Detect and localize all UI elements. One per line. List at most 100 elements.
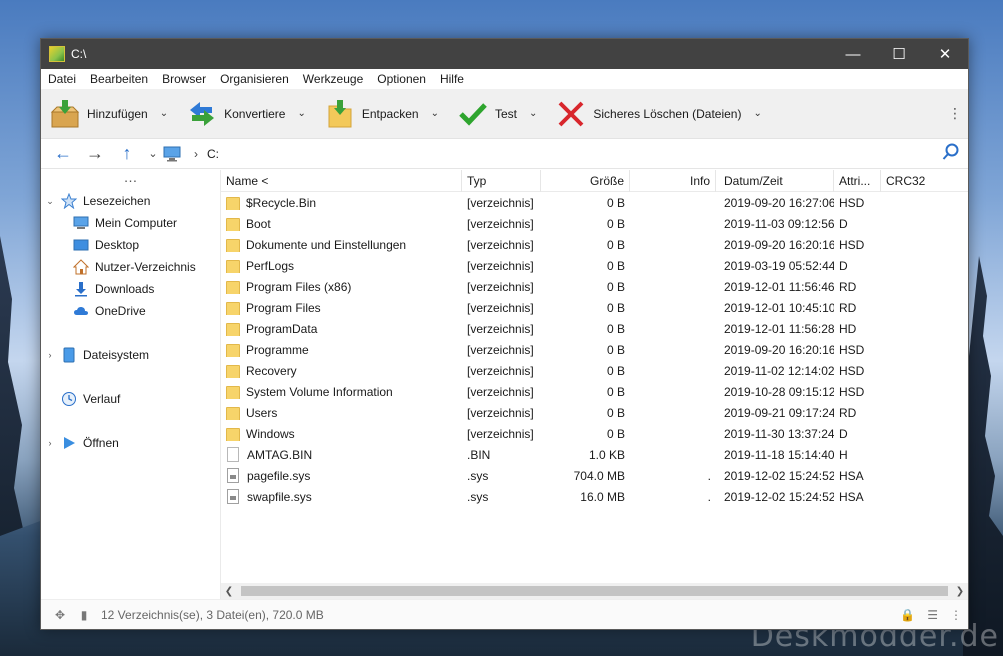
file-name-cell: pagefile.sys xyxy=(221,468,462,483)
column-name[interactable]: Name < xyxy=(221,170,462,192)
file-type: [verzeichnis] xyxy=(467,258,534,273)
column-size[interactable]: Größe xyxy=(541,170,630,192)
sidebar-item-desktop[interactable]: Desktop xyxy=(41,234,220,256)
menu-datei[interactable]: Datei xyxy=(48,72,76,86)
file-row[interactable]: Program Files (x86) [verzeichnis] 0 B 2019-… xyxy=(221,276,968,297)
file-row[interactable]: pagefile.sys .sys 704.0 MB. 2019-12-02 15:2… xyxy=(221,465,968,486)
file-type: [verzeichnis] xyxy=(467,363,534,378)
expand-chevron-icon[interactable]: › xyxy=(43,350,57,360)
sidebar-more-icon[interactable]: … xyxy=(41,170,220,190)
column-date[interactable]: Datum/Zeit xyxy=(716,170,834,192)
sidebar-item-user-folder[interactable]: Nutzer-Verzeichnis xyxy=(41,256,220,278)
file-size: 0 B xyxy=(606,258,625,273)
column-info[interactable]: Info xyxy=(630,170,716,192)
close-button[interactable]: ✕ xyxy=(922,39,968,69)
menu-organisieren[interactable]: Organisieren xyxy=(220,72,289,86)
move-arrows-icon[interactable]: ✥ xyxy=(51,608,69,622)
column-type[interactable]: Typ xyxy=(462,170,541,192)
horizontal-scrollbar[interactable]: ❮ ❯ xyxy=(221,583,968,599)
cloud-icon xyxy=(73,303,89,319)
test-button[interactable]: Test xyxy=(457,94,517,134)
file-size: 0 B xyxy=(606,216,625,231)
up-arrow-icon[interactable]: ↑ xyxy=(111,143,143,164)
extract-button[interactable]: Entpacken xyxy=(324,94,419,134)
computer-icon[interactable] xyxy=(163,146,185,162)
sidebar-item-downloads[interactable]: Downloads xyxy=(41,278,220,300)
file-size: 704.0 MB xyxy=(573,468,625,483)
file-row[interactable]: System Volume Information [verzeichnis] 0 … xyxy=(221,381,968,402)
convert-dropdown-icon[interactable]: ⌄ xyxy=(297,108,305,119)
file-row[interactable]: Programme [verzeichnis] 0 B 2019-09-20 16:2… xyxy=(221,339,968,360)
file-row[interactable]: Windows [verzeichnis] 0 B 2019-11-30 13:37:… xyxy=(221,423,968,444)
maximize-button[interactable]: ☐ xyxy=(876,39,922,69)
file-row[interactable]: Users [verzeichnis] 0 B 2019-09-21 09:17:24… xyxy=(221,402,968,423)
extract-dropdown-icon[interactable]: ⌄ xyxy=(431,108,439,119)
file-name: PerfLogs xyxy=(246,258,295,273)
menu-bar: Datei Bearbeiten Browser Organisieren We… xyxy=(41,69,968,89)
menu-browser[interactable]: Browser xyxy=(162,72,206,86)
menu-bearbeiten[interactable]: Bearbeiten xyxy=(90,72,148,86)
add-dropdown-icon[interactable]: ⌄ xyxy=(160,108,168,119)
expand-chevron-icon[interactable]: › xyxy=(43,438,57,448)
file-row[interactable]: Recovery [verzeichnis] 0 B 2019-11-02 12:14… xyxy=(221,360,968,381)
file-row[interactable]: PerfLogs [verzeichnis] 0 B 2019-03-19 05:52… xyxy=(221,255,968,276)
file-row[interactable]: AMTAG.BIN .BIN 1.0 KB 2019-11-18 15:14:40 H xyxy=(221,444,968,465)
test-dropdown-icon[interactable]: ⌄ xyxy=(529,108,537,119)
scroll-left-icon[interactable]: ❮ xyxy=(221,586,237,597)
status-more-icon[interactable]: ⋮ xyxy=(950,608,962,622)
breadcrumb-path[interactable]: C: xyxy=(207,147,219,161)
test-label: Test xyxy=(494,106,517,121)
column-attributes[interactable]: Attri... xyxy=(834,170,881,192)
sidebar-filesystem[interactable]: › Dateisystem xyxy=(41,344,220,366)
title-bar[interactable]: C:\ — ☐ ✕ xyxy=(41,39,968,69)
file-name-cell: Programme xyxy=(221,343,462,357)
file-size: 0 B xyxy=(606,195,625,210)
column-crc32[interactable]: CRC32 xyxy=(881,170,941,192)
scroll-right-icon[interactable]: ❯ xyxy=(952,586,968,597)
file-attributes: D xyxy=(839,426,848,441)
menu-hilfe[interactable]: Hilfe xyxy=(440,72,464,86)
collapse-chevron-icon[interactable]: ⌄ xyxy=(43,196,57,207)
sidebar-item-onedrive[interactable]: OneDrive xyxy=(41,300,220,322)
home-icon xyxy=(73,259,89,275)
sidebar-open[interactable]: › Öffnen xyxy=(41,432,220,454)
folder-icon xyxy=(226,385,240,399)
extract-label: Entpacken xyxy=(361,106,419,121)
menu-werkzeuge[interactable]: Werkzeuge xyxy=(303,72,363,86)
file-row[interactable]: Boot [verzeichnis] 0 B 2019-11-03 09:12:56 D xyxy=(221,213,968,234)
lock-icon[interactable]: 🔒 xyxy=(900,608,915,622)
breadcrumb-separator-icon[interactable]: › xyxy=(185,147,207,161)
convert-button[interactable]: Konvertiere xyxy=(186,94,285,134)
sidebar-bookmarks[interactable]: ⌄ Lesezeichen xyxy=(41,190,220,212)
file-row[interactable]: $Recycle.Bin [verzeichnis] 0 B 2019-09-20 1… xyxy=(221,192,968,213)
search-icon[interactable] xyxy=(942,143,960,164)
file-rows: $Recycle.Bin [verzeichnis] 0 B 2019-09-20 1… xyxy=(221,192,968,507)
sidebar-item-label: Downloads xyxy=(95,282,155,296)
scrollbar-thumb[interactable] xyxy=(241,586,948,596)
file-row[interactable]: ProgramData [verzeichnis] 0 B 2019-12-01 11… xyxy=(221,318,968,339)
sidebar-bookmarks-label: Lesezeichen xyxy=(83,194,151,208)
secure-delete-button[interactable]: Sicheres Löschen (Dateien) xyxy=(555,94,741,134)
file-attributes: HSA xyxy=(839,489,864,504)
add-button[interactable]: Hinzufügen xyxy=(49,94,148,134)
checkmark-icon xyxy=(457,98,489,130)
forward-arrow-icon[interactable]: → xyxy=(79,143,111,164)
file-row[interactable]: Dokumente und Einstellungen [verzeichnis]… xyxy=(221,234,968,255)
file-type: [verzeichnis] xyxy=(467,237,534,252)
minimize-button[interactable]: — xyxy=(830,39,876,69)
file-attributes: RD xyxy=(839,300,857,315)
menu-optionen[interactable]: Optionen xyxy=(377,72,426,86)
sidebar-item-my-computer[interactable]: Mein Computer xyxy=(41,212,220,234)
secure-delete-dropdown-icon[interactable]: ⌄ xyxy=(753,108,761,119)
sidebar-history[interactable]: Verlauf xyxy=(41,388,220,410)
sidebar-history-label: Verlauf xyxy=(83,392,121,406)
computer-icon xyxy=(73,215,89,231)
file-name: Program Files xyxy=(246,300,321,315)
folder-icon xyxy=(226,406,240,420)
history-dropdown-icon[interactable]: ⌄ xyxy=(143,147,163,160)
more-options-icon[interactable]: ⋮ xyxy=(948,105,962,122)
file-row[interactable]: swapfile.sys .sys 16.0 MB. 2019-12-02 15:24… xyxy=(221,486,968,507)
file-row[interactable]: Program Files [verzeichnis] 0 B 2019-12-01 … xyxy=(221,297,968,318)
view-details-icon[interactable]: ☰ xyxy=(927,608,938,622)
back-arrow-icon[interactable]: ← xyxy=(47,143,79,164)
